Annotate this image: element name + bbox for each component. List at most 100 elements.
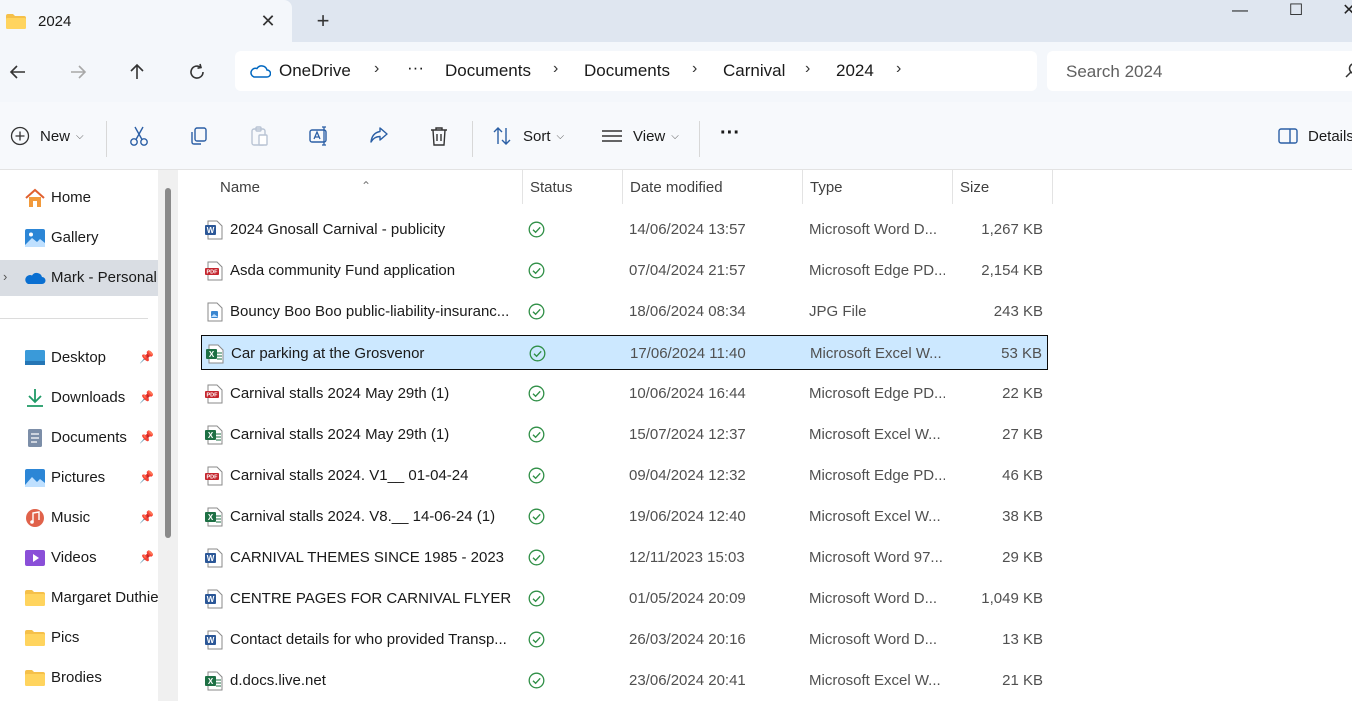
file-row[interactable]: PDF Asda community Fund application 07/04/… xyxy=(201,253,1048,288)
sidebar-item-videos[interactable]: Videos 📌 xyxy=(0,540,158,576)
column-divider[interactable] xyxy=(802,170,803,204)
pin-icon[interactable]: 📌 xyxy=(139,470,154,484)
search-box[interactable]: Search 2024 xyxy=(1047,51,1352,91)
file-row[interactable]: Bouncy Boo Boo public-liability-insuranc… xyxy=(201,294,1048,329)
pdf-document-icon: PDF xyxy=(205,384,223,404)
synced-check-icon xyxy=(528,549,545,566)
chevron-right-icon[interactable]: › xyxy=(805,60,810,78)
maximize-button[interactable]: ☐ xyxy=(1281,0,1311,24)
copy-button[interactable] xyxy=(188,122,210,150)
more-options-button[interactable]: ··· xyxy=(720,119,740,147)
address-bar[interactable]: OneDrive › ··· Documents › Documents › C… xyxy=(235,51,1037,91)
sidebar-item-home[interactable]: Home xyxy=(0,180,158,216)
view-list-icon xyxy=(602,130,622,142)
sidebar-divider xyxy=(0,318,148,319)
sidebar-item-gallery[interactable]: Gallery xyxy=(0,220,158,256)
breadcrumb-documents-1[interactable]: Documents xyxy=(445,61,531,81)
sidebar-item-pictures[interactable]: Pictures 📌 xyxy=(0,460,158,496)
file-row[interactable]: Xd.docs.live.net 23/06/2024 20:41 Microsof… xyxy=(201,663,1048,698)
file-name: CENTRE PAGES FOR CARNIVAL FLYER 20... xyxy=(230,590,515,607)
chevron-right-icon[interactable]: › xyxy=(553,60,558,78)
file-row[interactable]: W Contact details for who provided Transp… xyxy=(201,622,1048,657)
breadcrumb-overflow[interactable]: ··· xyxy=(407,58,424,78)
up-button[interactable] xyxy=(122,57,152,87)
column-header-type[interactable]: Type xyxy=(810,179,843,196)
chevron-right-icon[interactable]: › xyxy=(3,269,7,284)
breadcrumb-carnival[interactable]: Carnival xyxy=(723,61,785,81)
sidebar-item-documents[interactable]: Documents 📌 xyxy=(0,420,158,456)
column-divider[interactable] xyxy=(522,170,523,204)
pin-icon[interactable]: 📌 xyxy=(139,390,154,404)
column-header-name[interactable]: Name xyxy=(220,179,260,196)
folder-icon xyxy=(25,630,45,646)
synced-check-icon xyxy=(528,426,545,443)
file-date-modified: 09/04/2024 12:32 xyxy=(629,467,746,484)
sidebar-item-margaret-duthie[interactable]: Margaret Duthie xyxy=(0,580,158,616)
minimize-button[interactable]: — xyxy=(1225,0,1255,24)
file-date-modified: 15/07/2024 12:37 xyxy=(629,426,746,443)
back-button[interactable] xyxy=(3,57,33,87)
sidebar-item-label: Brodies xyxy=(51,669,102,686)
search-input[interactable]: Search 2024 xyxy=(1066,62,1162,82)
sidebar-item-music[interactable]: Music 📌 xyxy=(0,500,158,536)
paste-button[interactable] xyxy=(248,122,270,150)
column-header-status[interactable]: Status xyxy=(530,179,573,196)
share-button[interactable] xyxy=(368,122,390,150)
breadcrumb-onedrive[interactable]: OneDrive xyxy=(279,61,351,81)
chevron-right-icon[interactable]: › xyxy=(374,60,379,78)
file-row[interactable]: X Carnival stalls 2024 May 29th (1) 15/07/… xyxy=(201,417,1048,452)
pin-icon[interactable]: 📌 xyxy=(139,350,154,364)
sidebar-item-downloads[interactable]: Downloads 📌 xyxy=(0,380,158,416)
plus-circle-icon xyxy=(10,126,30,146)
column-header-size[interactable]: Size xyxy=(960,179,989,196)
file-row[interactable]: PDF Carnival stalls 2024 May 29th (1) 10/0… xyxy=(201,376,1048,411)
sidebar-item-mark-personal[interactable]: › Mark - Personal xyxy=(0,260,158,296)
sidebar-scrollbar[interactable] xyxy=(158,170,178,701)
pin-icon[interactable]: 📌 xyxy=(139,550,154,564)
pin-icon[interactable]: 📌 xyxy=(139,430,154,444)
view-button[interactable]: View ⌵ xyxy=(601,122,679,150)
sidebar-item-brodies[interactable]: Brodies xyxy=(0,660,158,696)
column-divider[interactable] xyxy=(622,170,623,204)
sidebar-item-desktop[interactable]: Desktop 📌 xyxy=(0,340,158,376)
file-size: 38 KB xyxy=(1002,508,1043,525)
file-row[interactable]: X Carnival stalls 2024. V8.__ 14-06-24 (1… xyxy=(201,499,1048,534)
close-window-button[interactable]: ✕ xyxy=(1334,0,1352,24)
new-tab-button[interactable]: + xyxy=(312,10,334,32)
excel-workbook-icon: X xyxy=(206,344,224,364)
forward-button[interactable] xyxy=(63,57,93,87)
chevron-right-icon[interactable]: › xyxy=(692,60,697,78)
breadcrumb-documents-2[interactable]: Documents xyxy=(584,61,670,81)
file-row[interactable]: W CENTRE PAGES FOR CARNIVAL FLYER 20... 01… xyxy=(201,581,1048,616)
chevron-down-icon: ⌵ xyxy=(76,130,84,142)
sort-icon xyxy=(493,127,511,145)
file-row[interactable]: W 2024 Gnosall Carnival - publicity 14/06/… xyxy=(201,212,1048,247)
file-row[interactable]: W CARNIVAL THEMES SINCE 1985 - 2023 12/11/… xyxy=(201,540,1048,575)
sidebar-item-label: Downloads xyxy=(51,389,126,406)
svg-text:PDF: PDF xyxy=(207,270,219,276)
sidebar-item-pics[interactable]: Pics xyxy=(0,620,158,656)
new-button[interactable]: New ⌵ xyxy=(10,122,84,150)
refresh-button[interactable] xyxy=(182,57,212,87)
column-divider[interactable] xyxy=(952,170,953,204)
tab-close-icon[interactable]: ✕ xyxy=(258,10,278,32)
divider xyxy=(472,121,473,157)
breadcrumb-2024[interactable]: 2024 xyxy=(836,61,874,81)
rename-button[interactable] xyxy=(308,122,330,150)
column-divider[interactable] xyxy=(1052,170,1053,204)
synced-check-icon xyxy=(528,590,545,607)
column-header-date-modified[interactable]: Date modified xyxy=(630,179,723,196)
sidebar-item-label: Margaret Duthie xyxy=(51,589,158,606)
scrollbar-thumb[interactable] xyxy=(165,188,171,538)
details-pane-button[interactable]: Details xyxy=(1278,122,1352,150)
tab-2024[interactable]: 2024 ✕ xyxy=(0,0,292,44)
file-date-modified: 26/03/2024 20:16 xyxy=(629,631,746,648)
file-row[interactable]: X Car parking at the Grosvenor 17/06/2024 … xyxy=(201,335,1048,370)
cut-button[interactable] xyxy=(128,122,150,150)
file-row[interactable]: PDF Carnival stalls 2024. V1__ 01-04-24 09… xyxy=(201,458,1048,493)
chevron-right-icon[interactable]: › xyxy=(896,60,901,78)
pin-icon[interactable]: 📌 xyxy=(139,510,154,524)
sort-button[interactable]: Sort ⌵ xyxy=(491,122,564,150)
divider xyxy=(106,121,107,157)
delete-button[interactable] xyxy=(428,122,450,150)
